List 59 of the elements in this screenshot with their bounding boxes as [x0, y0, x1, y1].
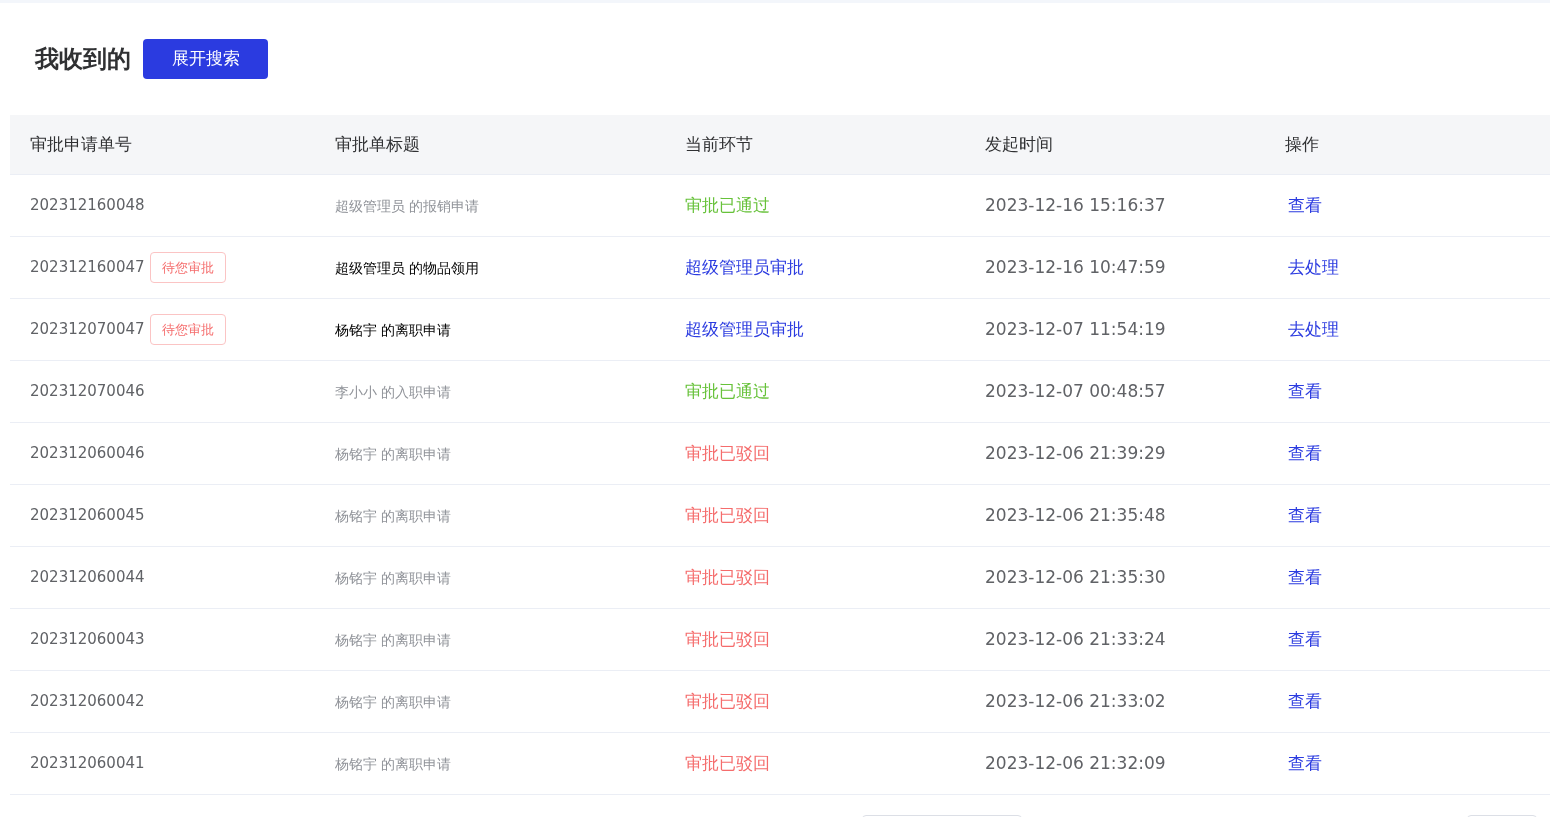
- request-number: 202312160047: [30, 257, 145, 279]
- request-number: 202312060046: [30, 443, 145, 465]
- stage-text: 审批已驳回: [685, 566, 770, 587]
- request-number: 202312060045: [30, 505, 145, 527]
- action-link[interactable]: 查看: [1288, 380, 1322, 401]
- request-title: 杨铭宇 的离职申请: [335, 445, 452, 462]
- request-number: 202312060042: [30, 691, 145, 713]
- request-title: 杨铭宇 的离职申请: [335, 693, 452, 710]
- request-number: 202312160048: [30, 195, 145, 217]
- submit-time: 2023-12-06 21:33:24: [985, 628, 1166, 649]
- request-title: 杨铭宇 的离职申请: [335, 755, 452, 772]
- request-number: 202312070047: [30, 319, 145, 341]
- column-header: 审批申请单号: [30, 132, 133, 156]
- action-link[interactable]: 去处理: [1288, 318, 1339, 339]
- submit-time: 2023-12-07 00:48:57: [985, 380, 1166, 401]
- action-link[interactable]: 查看: [1288, 566, 1322, 587]
- stage-text: 审批已驳回: [685, 442, 770, 463]
- request-title: 超级管理员 的物品领用: [335, 259, 480, 276]
- request-title: 超级管理员 的报销申请: [335, 197, 480, 214]
- action-link[interactable]: 查看: [1288, 194, 1322, 215]
- action-link[interactable]: 查看: [1288, 504, 1322, 525]
- action-link[interactable]: 查看: [1288, 752, 1322, 773]
- request-number: 202312070046: [30, 381, 145, 403]
- submit-time: 2023-12-06 21:33:02: [985, 690, 1166, 711]
- stage-text: 审批已驳回: [685, 628, 770, 649]
- column-header: 当前环节: [685, 132, 754, 156]
- expand-search-button[interactable]: 展开搜索: [143, 39, 268, 79]
- stage-text: 审批已通过: [685, 194, 770, 215]
- request-title: 杨铭宇 的离职申请: [335, 507, 452, 524]
- request-title: 杨铭宇 的离职申请: [335, 631, 452, 648]
- submit-time: 2023-12-06 21:35:30: [985, 566, 1166, 587]
- submit-time: 2023-12-06 21:39:29: [985, 442, 1166, 463]
- action-link[interactable]: 查看: [1288, 442, 1322, 463]
- action-link[interactable]: 查看: [1288, 628, 1322, 649]
- stage-text: 超级管理员审批: [685, 318, 804, 339]
- request-title: 杨铭宇 的离职申请: [335, 569, 452, 586]
- submit-time: 2023-12-06 21:32:09: [985, 752, 1166, 773]
- request-number: 202312060043: [30, 629, 145, 651]
- stage-text: 审批已驳回: [685, 504, 770, 525]
- submit-time: 2023-12-16 10:47:59: [985, 256, 1166, 277]
- request-title: 杨铭宇 的离职申请: [335, 321, 452, 338]
- request-number: 202312060041: [30, 753, 145, 775]
- submit-time: 2023-12-07 11:54:19: [985, 318, 1166, 339]
- stage-text: 超级管理员审批: [685, 256, 804, 277]
- submit-time: 2023-12-16 15:16:37: [985, 194, 1166, 215]
- stage-text: 审批已驳回: [685, 752, 770, 773]
- column-header: 审批单标题: [335, 132, 421, 156]
- column-header: 操作: [1285, 132, 1320, 156]
- stage-text: 审批已通过: [685, 380, 770, 401]
- request-title: 李小小 的入职申请: [335, 383, 452, 400]
- submit-time: 2023-12-06 21:35:48: [985, 504, 1166, 525]
- action-link[interactable]: 查看: [1288, 690, 1322, 711]
- pending-tag: 待您审批: [149, 313, 226, 346]
- stage-text: 审批已驳回: [685, 690, 770, 711]
- action-link[interactable]: 去处理: [1288, 256, 1339, 277]
- request-number: 202312060044: [30, 567, 145, 589]
- pending-tag: 待您审批: [149, 251, 226, 284]
- column-header: 发起时间: [985, 132, 1054, 156]
- page-title: 我收到的: [35, 44, 131, 75]
